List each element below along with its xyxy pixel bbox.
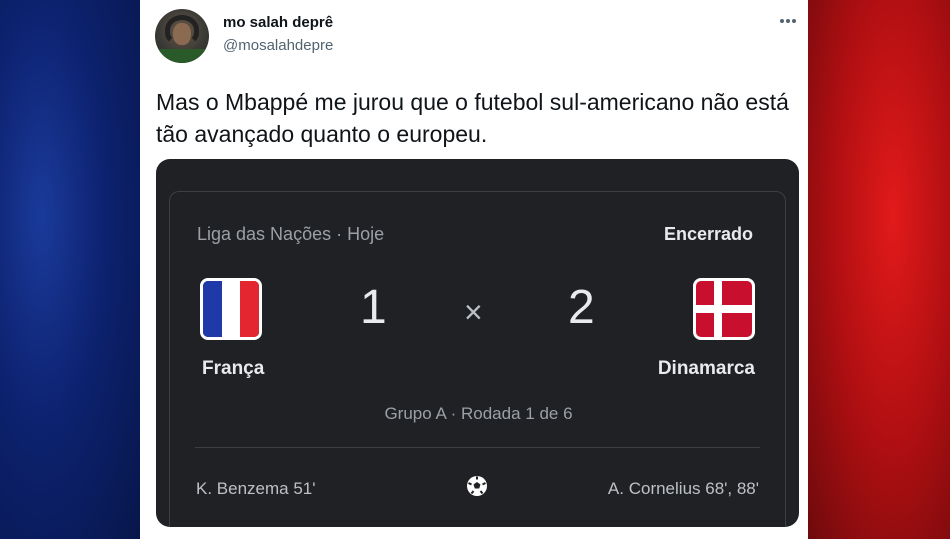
more-dots-icon[interactable] <box>778 13 798 29</box>
home-score: 1 <box>360 281 387 334</box>
france-flag-blue <box>203 281 222 337</box>
avatar-hood <box>165 15 199 45</box>
avatar-grass <box>155 49 209 63</box>
avatar[interactable] <box>155 9 209 63</box>
score-separator: × <box>464 294 483 330</box>
denmark-flag-icon <box>693 278 755 340</box>
round-label: Grupo A · Rodada 1 de 6 <box>384 404 573 423</box>
match-status: Encerrado <box>663 224 753 244</box>
home-team-name[interactable]: França <box>202 358 264 380</box>
away-scorers: A. Cornelius 68', 88' <box>607 479 759 498</box>
divider <box>195 447 760 448</box>
display-name[interactable]: mo salah deprê <box>223 14 333 31</box>
away-score: 2 <box>568 281 595 334</box>
user-handle[interactable]: @mosalahdepre <box>223 37 333 54</box>
tweet-text: Mas o Mbappé me jurou que o futebol sul-… <box>156 89 789 147</box>
match-card-inner: Liga das Nações · Hoje Encerrado 1 × 2 F… <box>169 191 786 527</box>
soccer-ball-icon <box>466 475 488 497</box>
denmark-flag-cross-horizontal <box>696 305 752 313</box>
competition-label: Liga das Nações · Hoje <box>197 224 385 244</box>
tweet: mo salah deprê @mosalahdepre Mas o Mbapp… <box>140 0 808 539</box>
home-scorers: K. Benzema 51' <box>196 479 316 498</box>
france-flag-white <box>221 281 241 337</box>
away-team-name[interactable]: Dinamarca <box>658 358 755 380</box>
france-flag-icon <box>200 278 262 340</box>
france-flag-red <box>240 281 259 337</box>
background-red-panel <box>808 0 950 539</box>
background-blue-panel <box>0 0 140 539</box>
match-card[interactable]: Liga das Nações · Hoje Encerrado 1 × 2 F… <box>156 159 799 527</box>
